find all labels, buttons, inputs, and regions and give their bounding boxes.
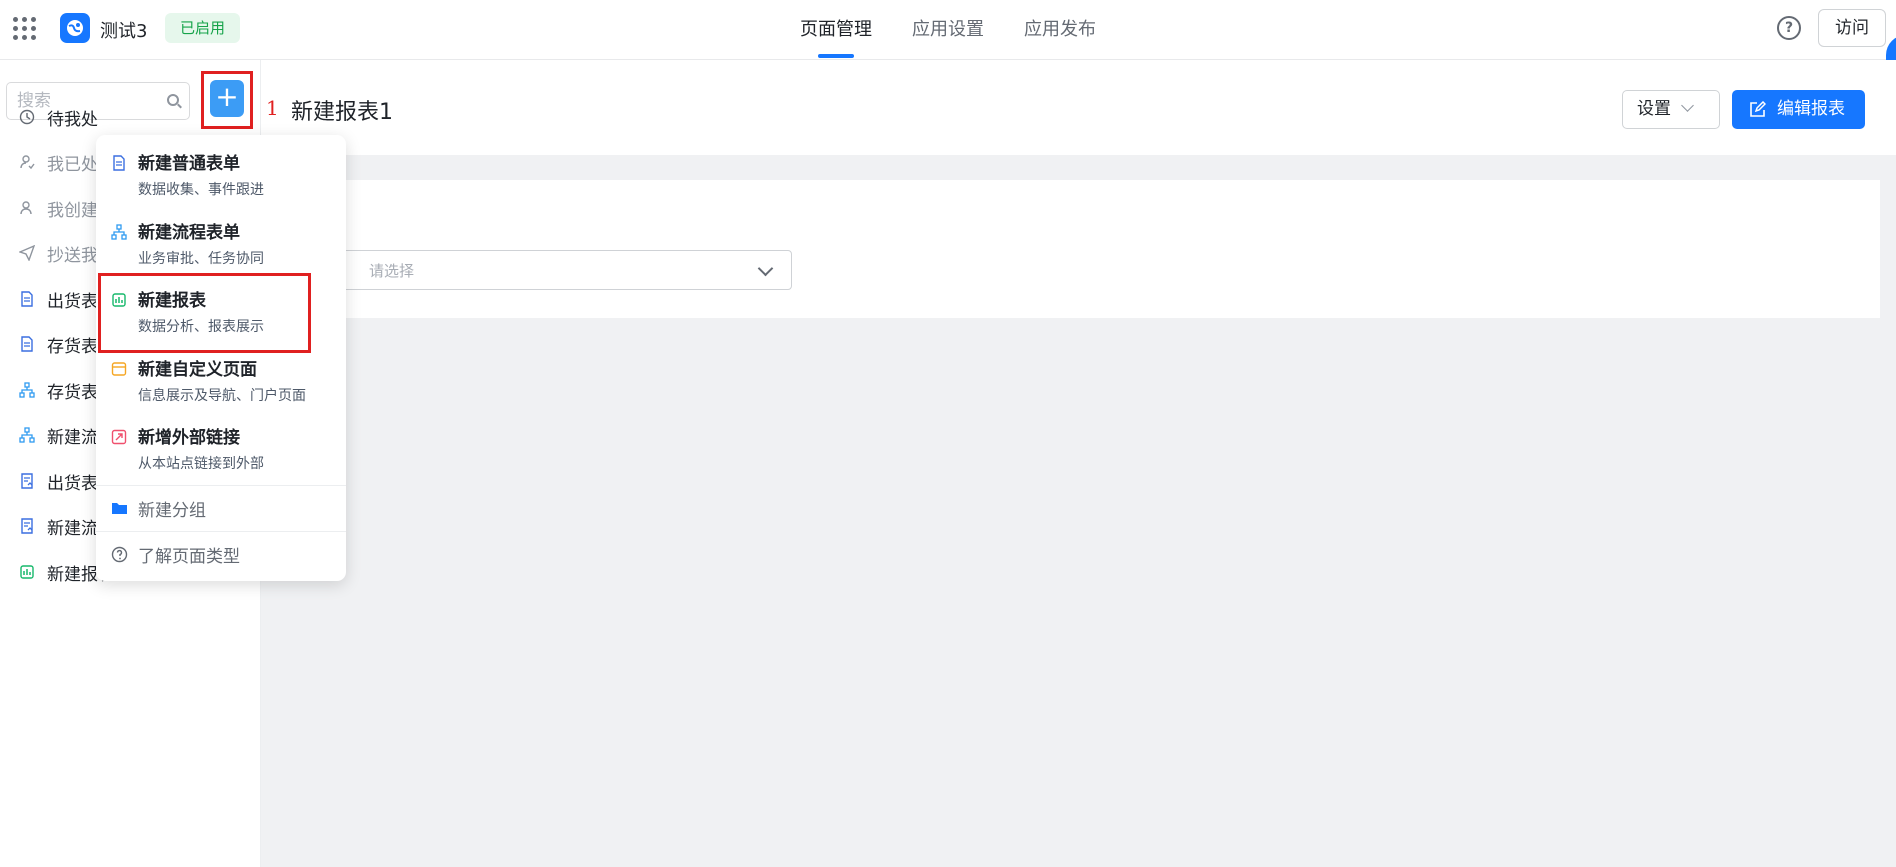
edit-icon bbox=[1750, 101, 1766, 117]
select-placeholder: 请选择 bbox=[369, 262, 415, 280]
menu-item-learn-page-types[interactable]: 了解页面类型 bbox=[96, 532, 346, 576]
app-logo-icon bbox=[60, 13, 90, 43]
report-list-icon bbox=[18, 473, 35, 490]
new-report-highlight-box bbox=[98, 273, 311, 353]
new-page-dropdown: 新建普通表单 数据收集、事件跟进 新建流程表单 业务审批、任务协同 新建报表 数… bbox=[96, 135, 346, 581]
visit-button[interactable]: 访问 bbox=[1818, 9, 1886, 47]
tab-app-publish[interactable]: 应用发布 bbox=[1024, 0, 1096, 60]
sidebar-item-label: 出货表 bbox=[47, 291, 98, 312]
sidebar-item-label: 待我处 bbox=[47, 109, 98, 130]
question-icon bbox=[111, 546, 128, 567]
menu-item-desc: 业务审批、任务协同 bbox=[138, 251, 264, 267]
chevron-down-icon bbox=[757, 260, 774, 277]
menu-item-desc: 信息展示及导航、门户页面 bbox=[138, 388, 306, 404]
flow-icon bbox=[18, 382, 35, 399]
edit-report-label: 编辑报表 bbox=[1777, 99, 1845, 119]
menu-item-label: 了解页面类型 bbox=[138, 547, 240, 567]
external-link-icon bbox=[111, 429, 127, 445]
settings-label: 设置 bbox=[1637, 99, 1671, 119]
edit-report-button[interactable]: 编辑报表 bbox=[1732, 90, 1865, 129]
user-icon bbox=[18, 200, 35, 217]
clock-icon bbox=[18, 109, 35, 126]
sidebar-item-label: 抄送我 bbox=[47, 245, 98, 266]
annotation-marker-1: 1 bbox=[266, 96, 279, 120]
page-title: 新建报表1 bbox=[291, 100, 393, 125]
tab-page-management[interactable]: 页面管理 bbox=[800, 0, 872, 60]
sidebar-item-label: 新建流 bbox=[47, 427, 98, 448]
menu-item-desc: 从本站点链接到外部 bbox=[138, 456, 264, 472]
help-icon[interactable]: ? bbox=[1777, 16, 1801, 40]
status-badge: 已启用 bbox=[165, 13, 241, 43]
flow-icon bbox=[18, 427, 35, 444]
menu-item-title: 新建自定义页面 bbox=[138, 360, 257, 380]
folder-icon bbox=[111, 500, 128, 519]
menu-item-new-group[interactable]: 新建分组 bbox=[96, 486, 346, 530]
send-icon bbox=[18, 245, 35, 262]
menu-item-title: 新增外部链接 bbox=[138, 428, 240, 448]
filter-card: 请选择 bbox=[290, 180, 1880, 318]
sidebar-item-todo[interactable]: 待我处 bbox=[0, 97, 260, 137]
app-name: 测试3 bbox=[100, 21, 148, 42]
chevron-down-icon bbox=[1681, 99, 1694, 112]
report-icon bbox=[18, 564, 35, 581]
menu-item-new-form[interactable]: 新建普通表单 数据收集、事件跟进 bbox=[96, 135, 346, 203]
main-header: 新建报表1 设置 编辑报表 bbox=[261, 60, 1896, 155]
sidebar-item-label: 我创建 bbox=[47, 200, 98, 221]
sidebar-item-label: 存货表 bbox=[47, 382, 98, 403]
filter-select[interactable]: 请选择 bbox=[324, 250, 792, 290]
settings-button[interactable]: 设置 bbox=[1622, 90, 1720, 129]
top-tabs: 页面管理 应用设置 应用发布 bbox=[800, 0, 1096, 60]
form-icon bbox=[18, 336, 35, 353]
tab-app-settings[interactable]: 应用设置 bbox=[912, 0, 984, 60]
report-list-icon bbox=[18, 518, 35, 535]
menu-item-label: 新建分组 bbox=[138, 501, 206, 521]
menu-item-new-external-link[interactable]: 新增外部链接 从本站点链接到外部 bbox=[96, 409, 346, 477]
sidebar-item-label: 我已处 bbox=[47, 154, 98, 175]
form-icon bbox=[111, 155, 127, 171]
flow-icon bbox=[111, 224, 127, 240]
main-content: 新建报表1 设置 编辑报表 请选择 bbox=[261, 60, 1896, 867]
form-icon bbox=[18, 291, 35, 308]
sidebar-item-label: 存货表 bbox=[47, 336, 98, 357]
menu-item-desc: 数据收集、事件跟进 bbox=[138, 182, 264, 198]
menu-item-title: 新建流程表单 bbox=[138, 223, 240, 243]
top-bar: 测试3 已启用 页面管理 应用设置 应用发布 ? 访问 bbox=[0, 0, 1896, 87]
app-grid-icon[interactable] bbox=[13, 17, 37, 41]
custom-page-icon bbox=[111, 361, 127, 377]
menu-item-title: 新建普通表单 bbox=[138, 154, 240, 174]
menu-item-new-flow-form[interactable]: 新建流程表单 业务审批、任务协同 bbox=[96, 204, 346, 272]
user-check-icon bbox=[18, 154, 35, 171]
